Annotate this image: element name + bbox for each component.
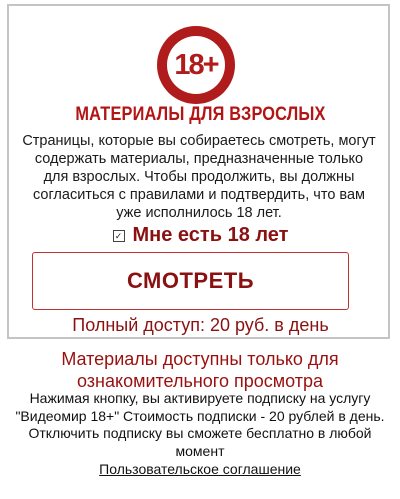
age-confirm-label[interactable]: Мне есть 18 лет bbox=[133, 224, 289, 247]
badge-label: 18+ bbox=[167, 36, 225, 94]
watch-button[interactable]: СМОТРЕТЬ bbox=[32, 252, 349, 310]
page: 18+ МАТЕРИАЛЫ ДЛЯ ВЗРОСЛЫХ Страницы, кот… bbox=[0, 0, 400, 499]
price-text: Полный доступ: 20 руб. в день bbox=[72, 315, 329, 335]
age-18-badge-icon: 18+ bbox=[157, 26, 235, 104]
age-warning-card: 18+ МАТЕРИАЛЫ ДЛЯ ВЗРОСЛЫХ Страницы, кот… bbox=[7, 4, 390, 339]
subscription-terms: Нажимая кнопку, вы активируете подписку … bbox=[15, 390, 385, 459]
warning-description: Страницы, которые вы собираетесь смотрет… bbox=[22, 133, 376, 221]
age-confirm-checkbox[interactable]: ✓ bbox=[112, 229, 125, 242]
age-confirm-row[interactable]: ✓ Мне есть 18 лет bbox=[9, 224, 392, 247]
availability-notice: Материалы доступны только для ознакомите… bbox=[61, 349, 339, 391]
warning-title: МАТЕРИАЛЫ ДЛЯ ВЗРОСЛЫХ bbox=[75, 104, 326, 125]
user-agreement-link[interactable]: Пользовательское соглашение bbox=[0, 461, 400, 477]
